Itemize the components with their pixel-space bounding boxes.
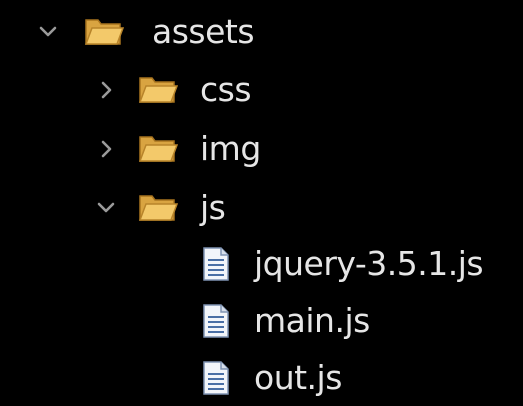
project-explorer-tree: assets css img js jquery-3.5.1.js main.j… [0,0,523,404]
tree-item-jquery-file[interactable]: jquery-3.5.1.js [0,236,523,292]
folder-open-icon [84,16,125,48]
folder-open-icon [138,74,179,106]
tree-item-js[interactable]: js [0,180,523,236]
tree-item-label: js [200,188,226,227]
tree-item-css[interactable]: css [0,62,523,118]
tree-item-assets[interactable]: assets [0,4,523,60]
chevron-right-icon[interactable] [96,80,116,100]
chevron-right-icon[interactable] [96,139,116,159]
text-file-icon [202,360,230,396]
tree-item-out-file[interactable]: out.js [0,350,523,406]
tree-item-label: css [200,70,252,109]
folder-open-icon [138,133,179,165]
text-file-icon [202,246,230,282]
tree-item-label: assets [152,12,255,51]
chevron-down-icon[interactable] [96,198,116,218]
tree-item-label: img [200,129,261,168]
tree-item-label: main.js [254,301,370,340]
folder-open-icon [138,192,179,224]
tree-item-main-file[interactable]: main.js [0,293,523,349]
chevron-down-icon[interactable] [38,22,58,42]
tree-item-img[interactable]: img [0,121,523,177]
tree-item-label: out.js [254,358,342,397]
tree-item-label: jquery-3.5.1.js [254,244,484,283]
text-file-icon [202,303,230,339]
